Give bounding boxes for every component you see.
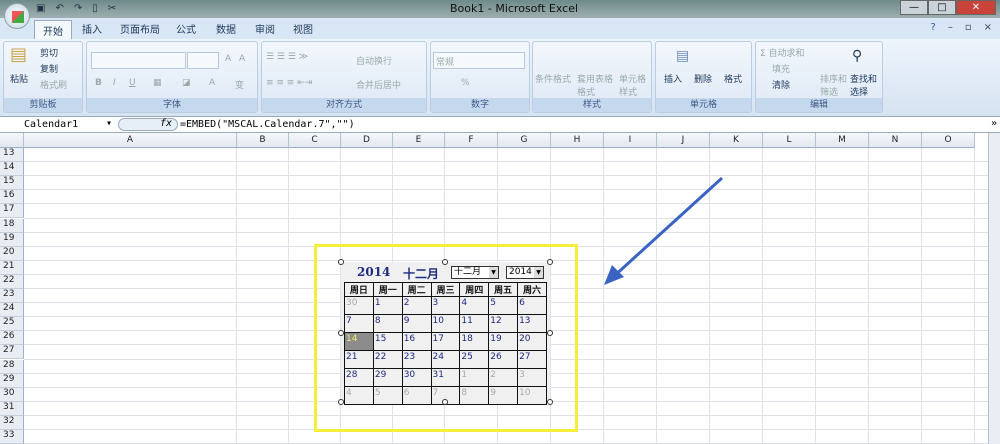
annotation-arrow	[604, 176, 724, 285]
office-logo-icon	[12, 11, 24, 23]
office-button[interactable]	[4, 3, 30, 29]
